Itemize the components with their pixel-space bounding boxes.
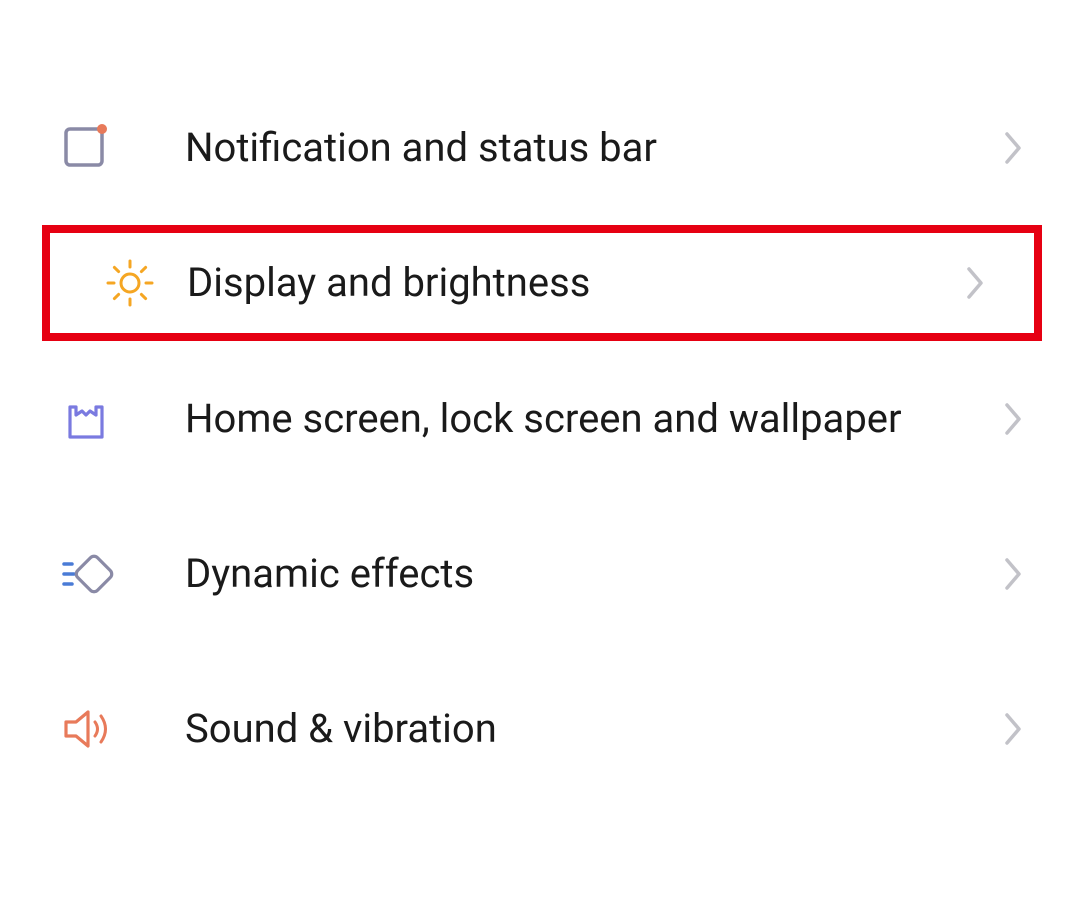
notification-icon — [60, 123, 185, 173]
settings-item-label: Home screen, lock screen and wallpaper — [185, 392, 1003, 446]
settings-list: Notification and status bar — [0, 0, 1080, 806]
settings-item-label: Dynamic effects — [185, 547, 1003, 601]
sound-icon — [60, 702, 185, 756]
dynamic-icon — [60, 546, 185, 602]
settings-item-label: Notification and status bar — [185, 121, 1003, 175]
settings-item-homescreen[interactable]: Home screen, lock screen and wallpaper — [0, 341, 1080, 496]
chevron-right-icon — [1003, 399, 1025, 439]
settings-item-display[interactable]: Display and brightness — [42, 225, 1042, 341]
theme-icon — [60, 393, 185, 445]
settings-item-sound[interactable]: Sound & vibration — [0, 651, 1080, 806]
settings-item-label: Display and brightness — [187, 256, 965, 310]
settings-item-dynamic[interactable]: Dynamic effects — [0, 496, 1080, 651]
brightness-icon — [102, 255, 187, 311]
settings-item-label: Sound & vibration — [185, 702, 1003, 756]
chevron-right-icon — [965, 263, 987, 303]
settings-item-notification[interactable]: Notification and status bar — [0, 70, 1080, 225]
chevron-right-icon — [1003, 128, 1025, 168]
chevron-right-icon — [1003, 709, 1025, 749]
chevron-right-icon — [1003, 554, 1025, 594]
